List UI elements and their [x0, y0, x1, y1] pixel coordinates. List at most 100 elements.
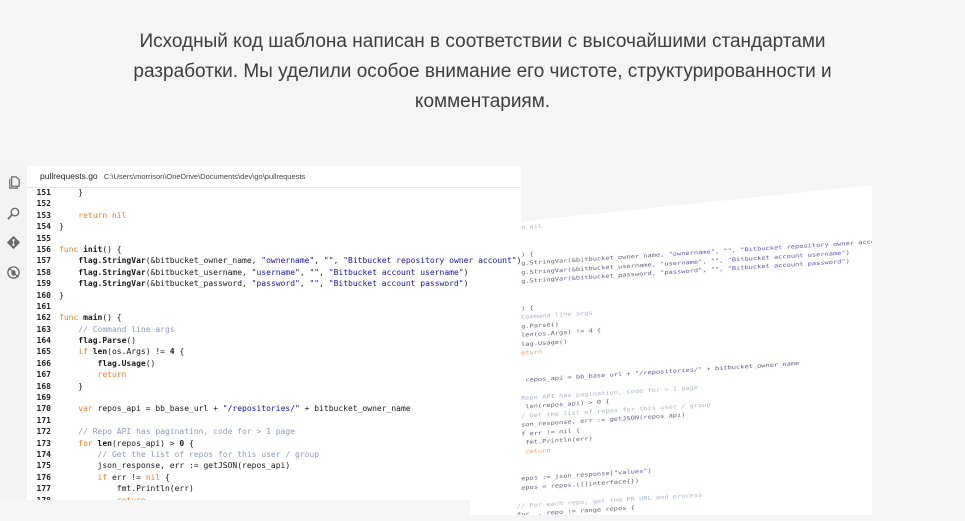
line-number: 175: [36, 461, 51, 471]
code-token: "password": [251, 279, 300, 289]
code-line: 172 // Repo API has pagination, code for…: [27, 426, 521, 437]
line-number: 157: [36, 256, 51, 266]
line-number: 165: [36, 347, 51, 357]
line-code: func init() {: [59, 244, 122, 255]
code-line: 156 func init() {: [27, 244, 521, 255]
line-code: var repos_api = bb_base_url + "/reposito…: [59, 403, 411, 414]
line-code: // Command line args: [59, 324, 174, 335]
line-code: // Get the list of repos for this user /…: [59, 449, 320, 460]
debug-icon[interactable]: [6, 265, 21, 280]
code-token: (&bitbucket_owner_name,: [145, 256, 262, 266]
code-line: 154}: [27, 221, 521, 232]
activity-bar: [0, 166, 27, 500]
code-token: "ownername": [261, 256, 315, 266]
code-token: repos_api = bb_base_url +: [97, 404, 223, 414]
code-token: + bitbucket_owner_name: [299, 404, 411, 414]
code-line: 151 }: [27, 187, 521, 198]
files-icon[interactable]: [6, 175, 21, 190]
line-number: 159: [36, 279, 51, 289]
code-token: ,: [314, 256, 324, 266]
line-code: func main() {: [59, 312, 122, 323]
code-line: 165 if len(os.Args) != 4 {: [27, 346, 521, 357]
line-number: 167: [36, 370, 51, 380]
line-code: if err != nil {: [59, 472, 170, 483]
line-number: 161: [36, 301, 51, 311]
code-line: 173 for len(repos_api) > 0 {: [27, 438, 521, 449]
line-code: flag.StringVar(&bitbucket_username, "use…: [59, 267, 468, 278]
code-line: 163 // Command line args: [27, 324, 521, 335]
code-token: flag.Usage: [59, 358, 146, 368]
code-line: 171: [27, 415, 521, 426]
line-code: }: [59, 221, 64, 232]
code-token: }: [59, 381, 84, 391]
code-token: flag.Parse: [59, 336, 127, 346]
intro-text: Исходный код шаблона написан в соответст…: [0, 27, 965, 117]
code-line: 178 return: [27, 495, 521, 500]
code-token: "": [323, 256, 334, 266]
code-token: "": [309, 279, 320, 289]
code-token: return: [59, 496, 146, 500]
code-token: ,: [319, 279, 329, 289]
code-token: return nil: [59, 210, 127, 220]
line-number: 155: [36, 233, 51, 243]
line-number: 152: [36, 199, 51, 209]
code-token: len: [97, 438, 112, 448]
code-token: "Bitbucket repository owner account": [343, 256, 517, 266]
code-token: () {: [102, 244, 122, 254]
line-code: flag.StringVar(&bitbucket_password, "pas…: [59, 278, 468, 289]
code-line: 168 }: [27, 381, 521, 392]
code-line: 152: [27, 198, 521, 209]
line-number: 178: [27, 495, 51, 500]
code-line: 162 func main() {: [27, 312, 521, 323]
line-number: 164: [36, 336, 51, 346]
line-number: 176: [36, 472, 51, 482]
code-token: {: [174, 347, 185, 357]
intro-line-3: комментариям.: [414, 91, 551, 112]
code-token: (): [145, 358, 156, 368]
git-icon[interactable]: [6, 235, 21, 250]
code-area[interactable]: 151 } 152 153 return nil 154} 155 156 func ini…: [27, 187, 521, 500]
line-number: 162: [36, 313, 51, 323]
line-number: 153: [36, 210, 51, 220]
code-token: return: [59, 370, 127, 380]
line-code: for len(repos_api) > 0 {: [59, 438, 194, 449]
code-line: 177 fmt.Println(err): [27, 483, 521, 494]
code-token: flag.StringVar: [59, 267, 146, 277]
line-code: flag.Usage(): [59, 358, 156, 369]
code-token: // Repo API has pagination, code for > 1…: [59, 427, 296, 437]
code-token: if: [59, 472, 112, 482]
code-line: 164 flag.Parse(): [27, 335, 521, 346]
code-token: (os.Args) !=: [107, 347, 170, 357]
line-code: json_response, err := getJSON(repos_api): [59, 460, 291, 471]
code-line: 157 flag.StringVar(&bitbucket_owner_name…: [27, 255, 521, 266]
code-token: }: [59, 222, 64, 232]
line-number: 172: [36, 427, 51, 437]
line-code: if len(os.Args) != 4 {: [59, 346, 184, 357]
line-code: }: [59, 290, 64, 301]
line-number: 163: [36, 324, 51, 334]
code-token: func: [59, 244, 84, 254]
line-number: 154: [36, 222, 51, 232]
tab-file-name[interactable]: pullrequests.go: [40, 171, 98, 181]
line-number: 166: [36, 358, 51, 368]
code-line: 169: [27, 392, 521, 403]
intro-line-2: разработки. Мы уделили особое внимание е…: [133, 61, 832, 82]
code-token: json_response, err := getJSON(repos_api): [59, 461, 291, 471]
search-icon[interactable]: [6, 206, 21, 221]
line-code: return: [59, 495, 146, 500]
code-token: nil: [145, 472, 161, 482]
code-line: 167 return: [27, 369, 521, 380]
code-token: "username": [251, 267, 300, 277]
code-token: }: [59, 188, 84, 197]
code-token: main: [83, 313, 103, 323]
code-token: ): [516, 256, 521, 266]
code-line: 155: [27, 233, 521, 244]
code-token: flag.StringVar: [59, 279, 146, 289]
line-code: fmt.Println(err): [59, 483, 194, 494]
code-token: "": [309, 267, 320, 277]
code-token: ): [463, 267, 469, 277]
code-token: func: [59, 313, 84, 323]
intro-line-1: Исходный код шаблона написан в соответст…: [139, 31, 826, 52]
code-line: 176 if err != nil {: [27, 472, 521, 483]
line-number: 160: [36, 290, 51, 300]
